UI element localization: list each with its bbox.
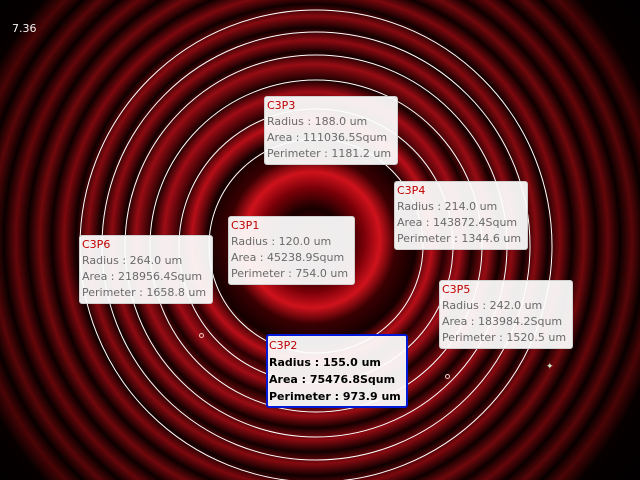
measurement-area: Area : 45238.9Squm [231, 251, 345, 264]
measurement-perimeter: Perimeter : 1658.8 um [82, 286, 207, 299]
magnification-readout: 7.36 [12, 22, 37, 35]
measurement-title: C3P6 [82, 238, 111, 251]
measurement-label-c3p2[interactable]: C3P2 Radius : 155.0 um Area : 75476.8Squ… [266, 334, 408, 408]
measurement-perimeter: Perimeter : 1520.5 um [442, 331, 567, 344]
ring-control-point[interactable] [199, 333, 204, 338]
sparkle-marker: ✦ [546, 362, 554, 372]
measurement-label-c3p6[interactable]: C3P6 Radius : 264.0 um Area : 218956.4Sq… [79, 235, 213, 304]
measurement-radius: Radius : 264.0 um [82, 254, 183, 267]
measurement-label-c3p1[interactable]: C3P1 Radius : 120.0 um Area : 45238.9Squ… [228, 216, 355, 285]
ring-control-point[interactable] [445, 374, 450, 379]
measurement-label-c3p3[interactable]: C3P3 Radius : 188.0 um Area : 111036.5Sq… [264, 96, 398, 165]
measurement-title: C3P1 [231, 219, 260, 232]
measurement-perimeter: Perimeter : 1181.2 um [267, 147, 392, 160]
measurement-perimeter: Perimeter : 754.0 um [231, 267, 349, 280]
measurement-area: Area : 75476.8Squm [269, 373, 396, 386]
measurement-perimeter: Perimeter : 973.9 um [269, 390, 401, 403]
measurement-area: Area : 143872.4Squm [397, 216, 518, 229]
measurement-area: Area : 111036.5Squm [267, 131, 388, 144]
measurement-radius: Radius : 188.0 um [267, 115, 368, 128]
image-viewport[interactable]: 7.36 ✦ C3P3 Radius : 188.0 um Area : 111… [0, 0, 640, 480]
measurement-title: C3P5 [442, 283, 471, 296]
measurement-radius: Radius : 242.0 um [442, 299, 543, 312]
measurement-label-c3p4[interactable]: C3P4 Radius : 214.0 um Area : 143872.4Sq… [394, 181, 528, 250]
measurement-radius: Radius : 214.0 um [397, 200, 498, 213]
measurement-area: Area : 183984.2Squm [442, 315, 563, 328]
measurement-label-c3p5[interactable]: C3P5 Radius : 242.0 um Area : 183984.2Sq… [439, 280, 573, 349]
measurement-radius: Radius : 155.0 um [269, 356, 381, 369]
measurement-title: C3P3 [267, 99, 296, 112]
measurement-perimeter: Perimeter : 1344.6 um [397, 232, 522, 245]
measurement-title: C3P2 [269, 339, 298, 352]
measurement-title: C3P4 [397, 184, 426, 197]
measurement-radius: Radius : 120.0 um [231, 235, 332, 248]
measurement-area: Area : 218956.4Squm [82, 270, 203, 283]
